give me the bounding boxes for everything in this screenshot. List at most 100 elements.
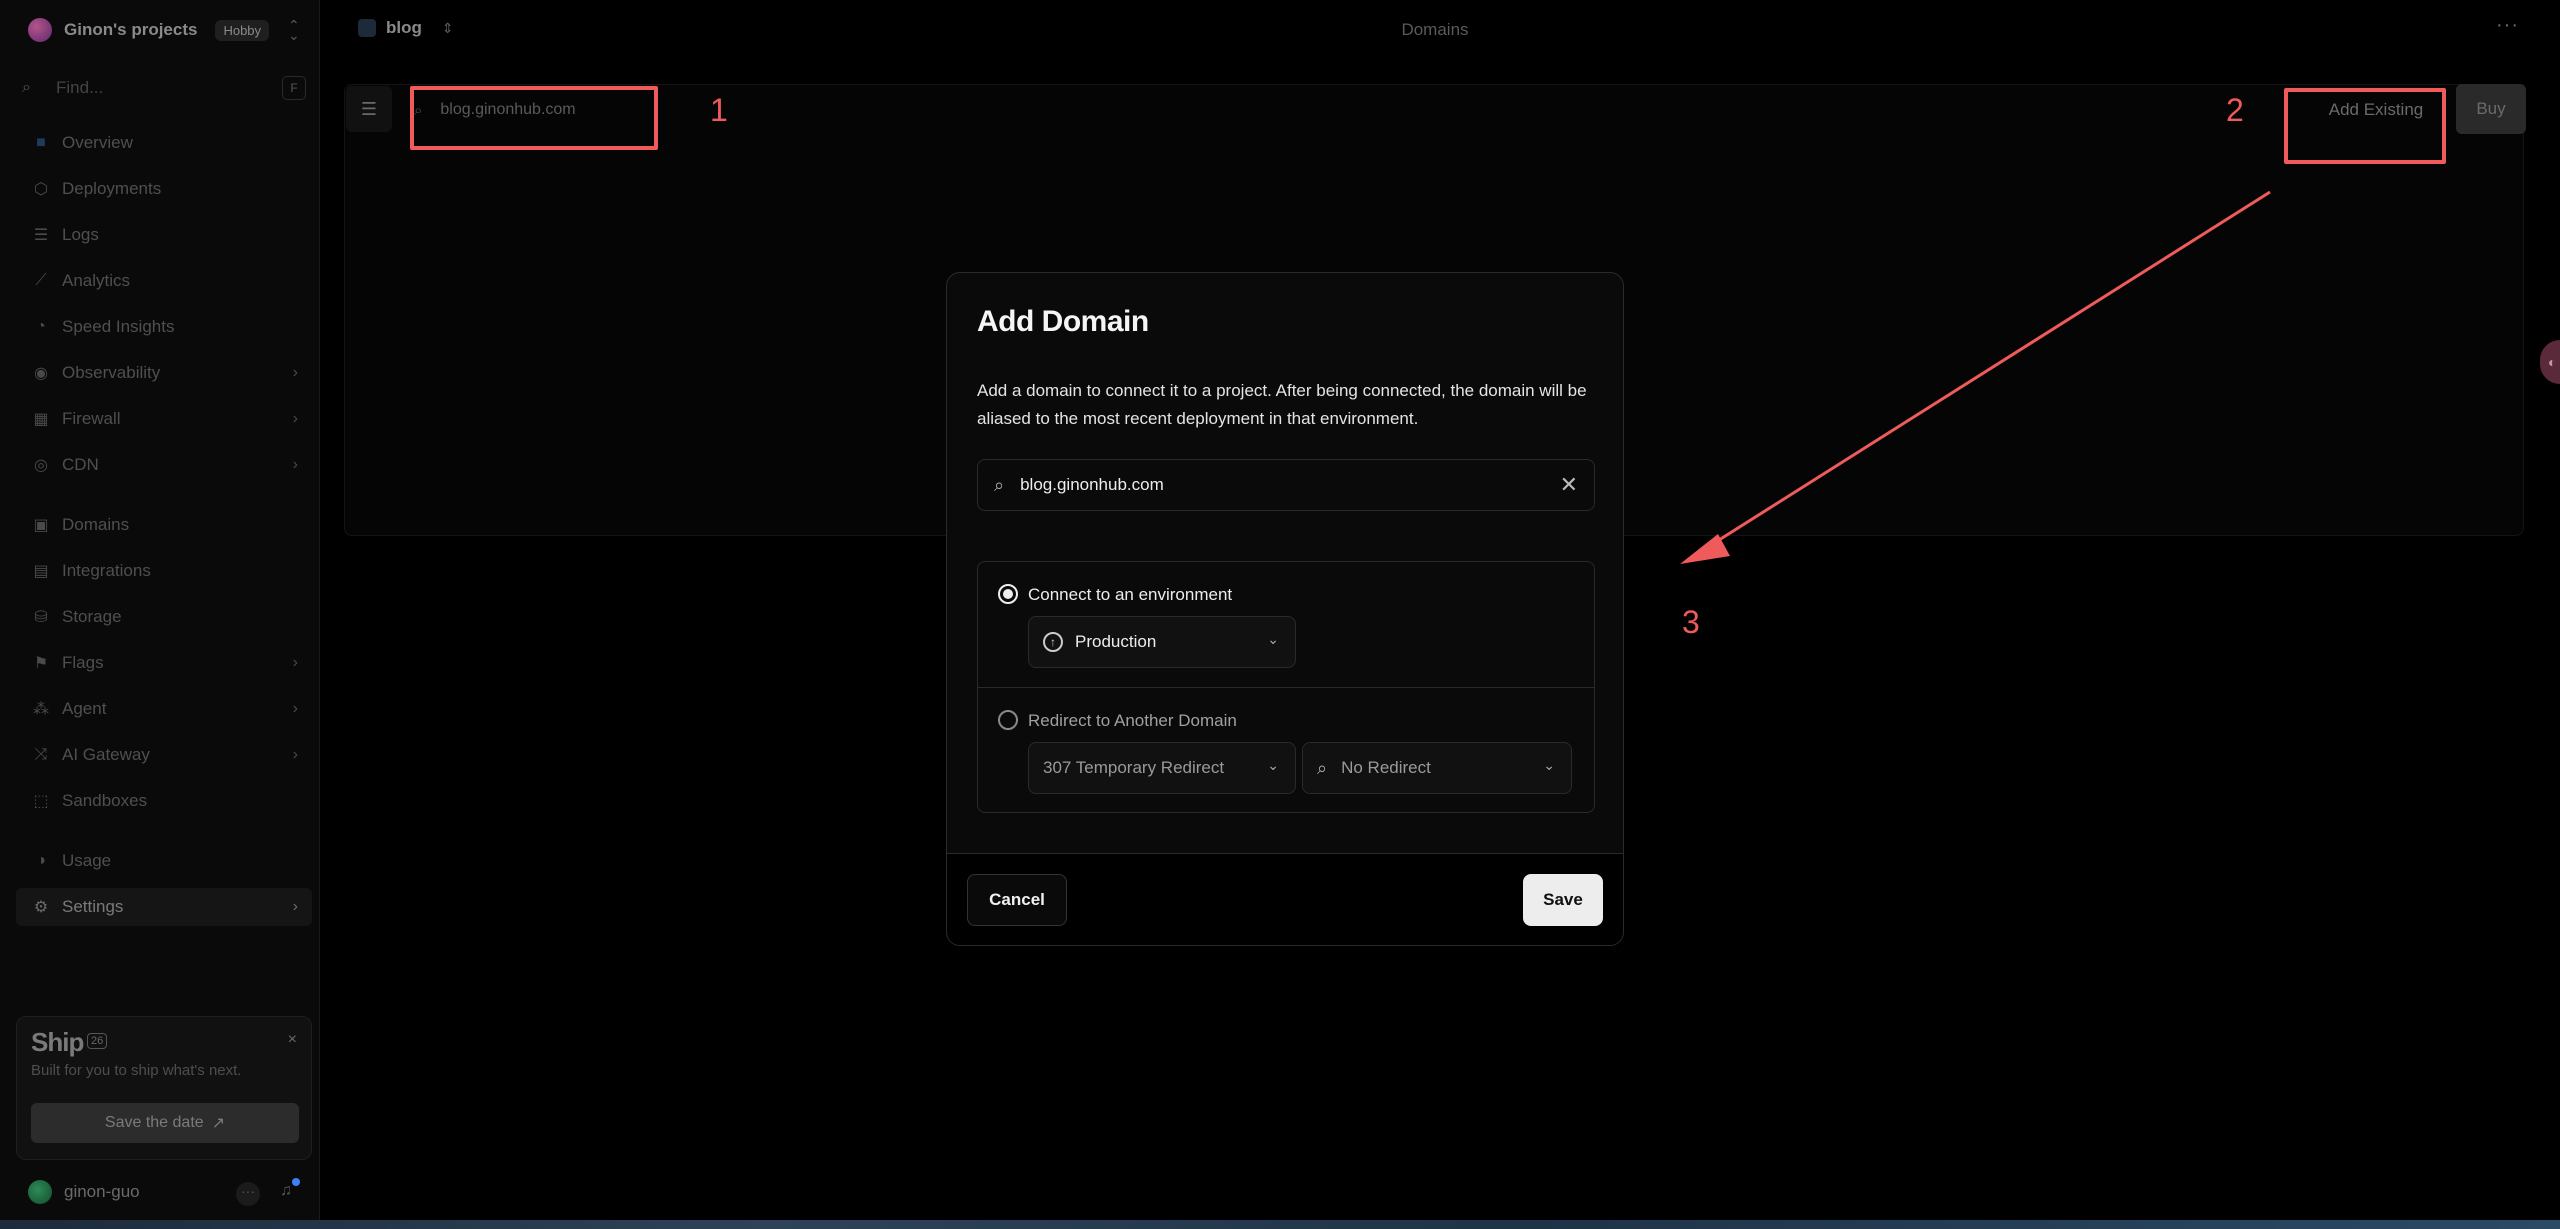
chevron-right-icon: ›: [292, 364, 298, 381]
close-icon[interactable]: ×: [288, 1031, 297, 1049]
sidebar-item-analytics[interactable]: ⟋ Analytics: [16, 262, 312, 300]
sidebar-item-overview[interactable]: ■ Overview: [16, 124, 312, 162]
sidebar: Ginon's projects Hobby ⌃ ⌄ ⌕ Find... F ■ …: [0, 0, 320, 1229]
chevron-down-icon: ⌄: [1543, 757, 1555, 773]
shortcut-key: F: [282, 76, 306, 100]
redirect-target-value: No Redirect: [1341, 758, 1431, 777]
save-the-date-label: Save the date: [104, 1114, 204, 1131]
redirect-domain-radio[interactable]: [998, 710, 1018, 730]
sidebar-item-firewall[interactable]: ▦ Firewall ›: [16, 400, 312, 438]
feedback-tab[interactable]: ◐: [2540, 340, 2560, 384]
save-label: Save: [1543, 890, 1583, 909]
domains-icon: ▣: [33, 517, 49, 534]
arrow-up-circle-icon: ↑: [1043, 632, 1063, 652]
redirect-target-select[interactable]: ⌕ No Redirect ⌄: [1302, 742, 1572, 794]
redirect-type-select[interactable]: 307 Temporary Redirect ⌄: [1028, 742, 1296, 794]
find-placeholder: Find...: [56, 78, 104, 97]
buy-button[interactable]: Buy: [2456, 84, 2526, 134]
dialog-title: Add Domain: [977, 305, 1149, 338]
gateway-icon: ⤨: [34, 746, 48, 763]
logs-icon: ☰: [33, 227, 49, 244]
sidebar-item-label: Storage: [62, 607, 122, 626]
overview-icon: ■: [36, 134, 46, 151]
cancel-button[interactable]: Cancel: [967, 874, 1067, 926]
connect-environment-label: Connect to an environment: [1028, 585, 1233, 604]
clear-icon[interactable]: ✕: [1560, 474, 1578, 496]
redirect-type-value: 307 Temporary Redirect: [1043, 758, 1225, 777]
external-link-icon: ↗: [211, 1115, 226, 1132]
chevron-down-icon: ⌄: [1267, 631, 1279, 647]
globe-icon: ◎: [34, 457, 48, 474]
annotation-label-3: 3: [1682, 604, 1700, 640]
ship-promo-card: Ship 26 × Built for you to ship what's n…: [16, 1016, 312, 1160]
arrow-head: [1680, 534, 1730, 564]
ship-subtitle: Built for you to ship what's next.: [31, 1062, 242, 1079]
user-menu[interactable]: ginon-guo: [28, 1180, 140, 1204]
sidebar-item-deployments[interactable]: ⬡ Deployments: [16, 170, 312, 208]
ship-title: Ship: [31, 1027, 84, 1057]
add-domain-dialog: Add Domain Add a domain to connect it to…: [946, 272, 1624, 946]
find-input[interactable]: ⌕ Find... F: [22, 72, 306, 104]
sidebar-item-label: Usage: [62, 851, 112, 870]
sidebar-item-label: Analytics: [62, 271, 131, 290]
sidebar-item-observability[interactable]: ◉ Observability ›: [16, 354, 312, 392]
sidebar-item-sandboxes[interactable]: ⬚ Sandboxes: [16, 782, 312, 820]
desktop-edge: [0, 1220, 2560, 1229]
team-avatar: [28, 18, 52, 42]
search-icon: ⌕: [994, 474, 1005, 495]
sidebar-item-label: Flags: [62, 653, 104, 672]
page-title: Domains: [1401, 20, 1469, 39]
filter-button[interactable]: ☰: [346, 86, 392, 132]
more-options-icon[interactable]: ···: [2496, 14, 2519, 37]
chevron-updown-icon[interactable]: ⌃ ⌄: [288, 18, 300, 42]
chevron-right-icon: ›: [292, 654, 298, 671]
environment-select[interactable]: ↑ Production ⌄: [1028, 616, 1296, 668]
sidebar-item-ai-gateway[interactable]: ⤨ AI Gateway ›: [16, 736, 312, 774]
bell-icon[interactable]: ♫: [280, 1182, 292, 1200]
project-icon: [358, 19, 376, 37]
more-icon[interactable]: ···: [236, 1182, 260, 1206]
speed-insights-icon: ◔: [36, 318, 46, 335]
sidebar-item-usage[interactable]: ◑ Usage: [16, 842, 312, 880]
project-switcher[interactable]: blog ⇕: [358, 18, 454, 38]
redirect-domain-label: Redirect to Another Domain: [1028, 711, 1237, 730]
save-the-date-button[interactable]: Save the date ↗: [31, 1103, 299, 1143]
ship-badge: 26: [87, 1033, 108, 1049]
annotation-label-1: 1: [710, 92, 728, 128]
sidebar-item-label: Logs: [62, 225, 99, 244]
eye-icon: ◉: [34, 365, 48, 382]
filter-icon: ☰: [360, 98, 378, 119]
sidebar-item-settings[interactable]: ⚙ Settings ›: [16, 888, 312, 926]
usage-icon: ◑: [36, 852, 46, 869]
user-name: ginon-guo: [64, 1182, 140, 1201]
team-name: Ginon's projects: [64, 20, 198, 39]
annotation-box-2: [2284, 88, 2446, 164]
gear-icon: ⚙: [33, 899, 49, 916]
chevron-right-icon: ›: [292, 746, 298, 763]
deployments-icon: ⬡: [34, 181, 48, 198]
sidebar-item-speed-insights[interactable]: ◔ Speed Insights: [16, 308, 312, 346]
sidebar-item-agent[interactable]: ⁂ Agent ›: [16, 690, 312, 728]
avatar: [28, 1180, 52, 1204]
sidebar-item-flags[interactable]: ⚑ Flags ›: [16, 644, 312, 682]
sidebar-item-storage[interactable]: ⛁ Storage: [16, 598, 312, 636]
sidebar-item-label: Settings: [62, 897, 124, 916]
sidebar-item-logs[interactable]: ☰ Logs: [16, 216, 312, 254]
plan-badge: Hobby: [215, 19, 270, 41]
chevron-updown-icon: ⇕: [441, 19, 454, 36]
sidebar-item-label: Domains: [62, 515, 130, 534]
sandbox-icon: ⬚: [33, 793, 49, 810]
sidebar-item-label: Observability: [62, 363, 161, 382]
domain-input[interactable]: ⌕ blog.ginonhub.com ✕: [977, 459, 1595, 511]
connect-environment-radio[interactable]: [998, 584, 1018, 604]
sidebar-item-label: Integrations: [62, 561, 151, 580]
sidebar-item-label: Agent: [62, 699, 107, 718]
sidebar-item-integrations[interactable]: ▤ Integrations: [16, 552, 312, 590]
sidebar-item-domains[interactable]: ▣ Domains: [16, 506, 312, 544]
chevron-right-icon: ›: [292, 898, 298, 915]
save-button[interactable]: Save: [1523, 874, 1603, 926]
sidebar-item-label: Firewall: [62, 409, 121, 428]
sidebar-item-cdn[interactable]: ◎ CDN ›: [16, 446, 312, 484]
team-switcher[interactable]: Ginon's projects Hobby: [28, 18, 270, 42]
annotation-label-2: 2: [2226, 92, 2244, 128]
